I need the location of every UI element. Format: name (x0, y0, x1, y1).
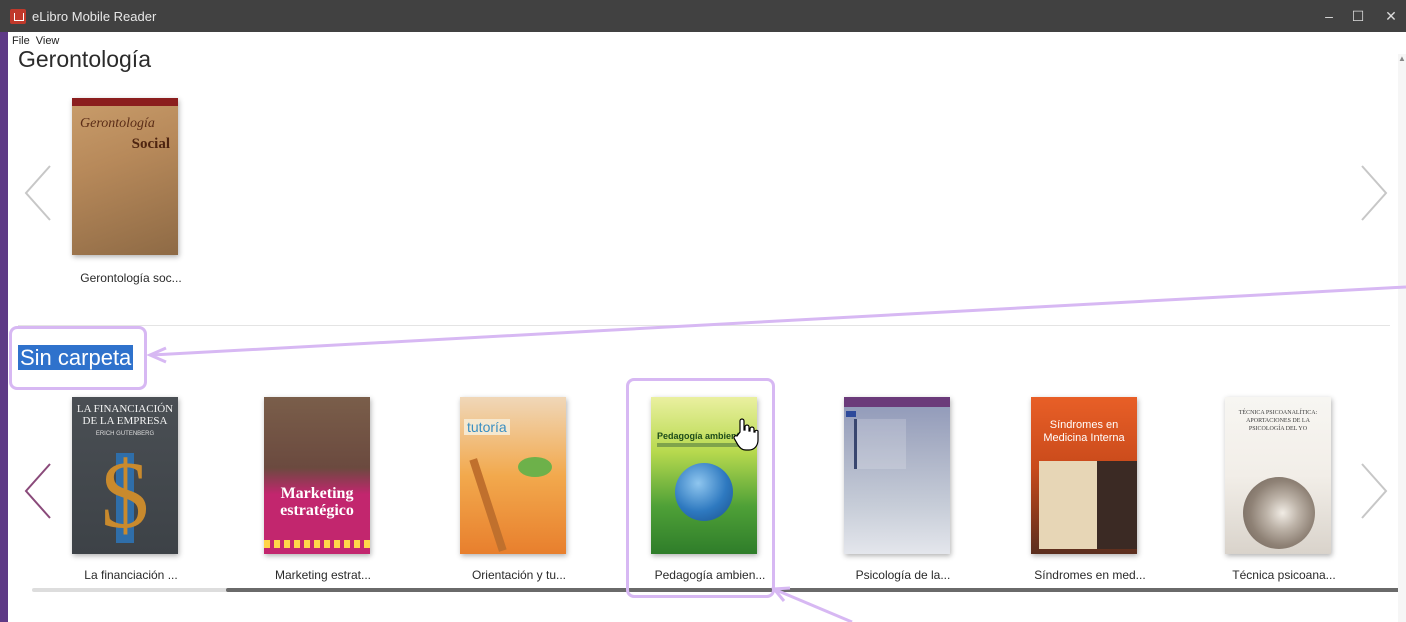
carousel-next-button-2[interactable] (1354, 456, 1394, 526)
book-title: Psicología de la... (855, 568, 951, 582)
annotation-box-section-title (9, 326, 147, 390)
chevron-right-icon (1361, 463, 1388, 519)
close-button[interactable]: ✕ (1380, 6, 1402, 26)
book-title: Gerontología soc... (80, 271, 182, 285)
book-cover[interactable]: LA FINANCIACIÓN DE LA EMPRESA ERICH GUTE… (72, 397, 178, 554)
book-cover[interactable]: TÉCNICA PSICOANALÍTICA: APORTACIONES DE L… (1225, 397, 1331, 554)
annotation-box-book (626, 378, 775, 598)
carousel-next-button-1[interactable] (1354, 158, 1394, 228)
book-title: Síndromes en med... (1034, 568, 1146, 582)
hand-cursor-icon (733, 418, 759, 451)
carousel-prev-button-2[interactable] (16, 456, 56, 526)
book-cover[interactable]: Marketing estratégico (264, 397, 370, 554)
chevron-left-icon (24, 165, 51, 221)
section-divider (18, 325, 1390, 326)
minimize-button[interactable]: – (1318, 6, 1340, 26)
book-cover[interactable]: Síndromes en Medicina Interna (1031, 397, 1137, 554)
book-title: Orientación y tu... (471, 568, 567, 582)
carousel-prev-button-1[interactable] (16, 158, 56, 228)
book-cover[interactable]: tutoría (460, 397, 566, 554)
book-title: Técnica psicoana... (1232, 568, 1336, 582)
app-icon (10, 9, 26, 24)
vertical-scrollbar[interactable]: ▲ (1398, 54, 1406, 622)
chevron-right-icon (1361, 165, 1388, 221)
scroll-up-icon[interactable]: ▲ (1398, 54, 1406, 63)
book-cover[interactable]: Gerontología Social (72, 98, 178, 255)
maximize-button[interactable]: ☐ (1347, 6, 1369, 26)
book-cover[interactable] (844, 397, 950, 554)
book-title: Marketing estrat... (274, 568, 372, 582)
book-title: La financiación ... (84, 568, 178, 582)
scrollbar-thumb[interactable] (226, 588, 1400, 592)
section-title-gerontologia: Gerontología (18, 46, 151, 72)
window-title: eLibro Mobile Reader (32, 9, 157, 24)
chevron-left-icon (24, 463, 51, 519)
title-bar: eLibro Mobile Reader – ☐ ✕ (0, 0, 1406, 32)
